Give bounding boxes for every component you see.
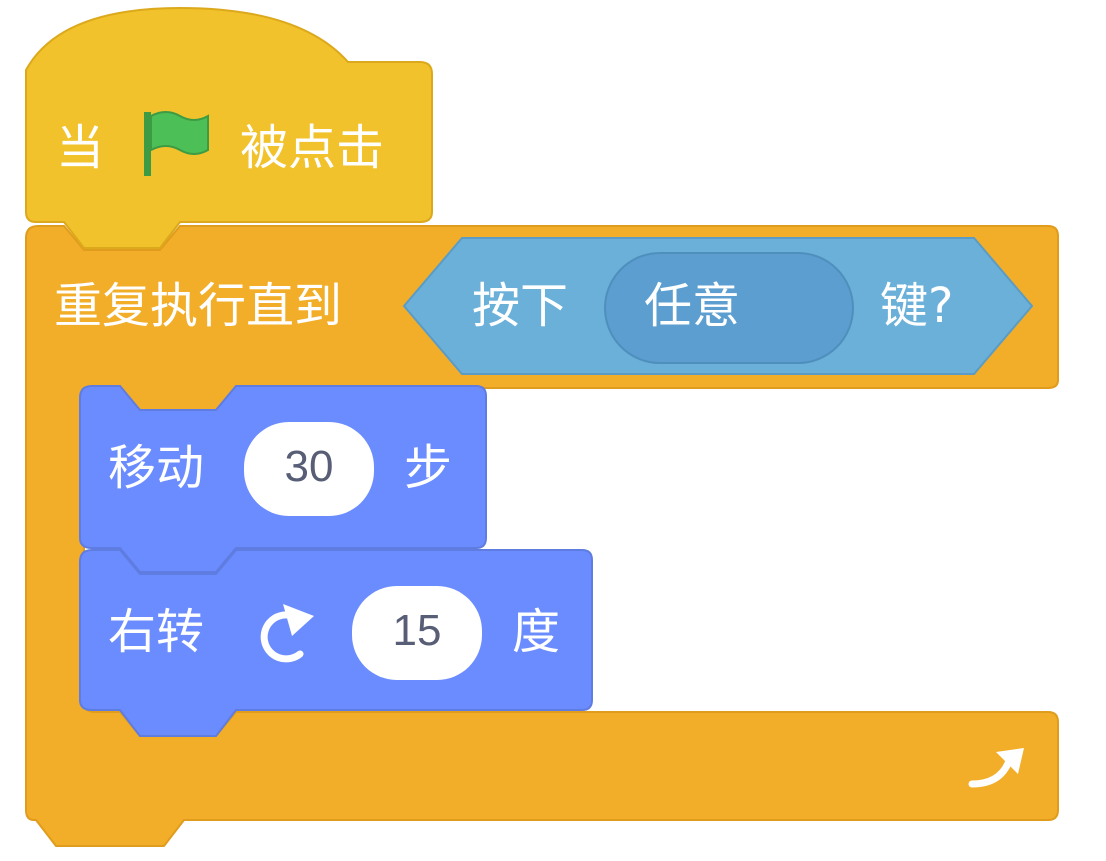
clicked-label: 被点击 [240, 120, 385, 176]
when-label: 当 [56, 120, 105, 176]
repeat-until-label: 重复执行直到 [54, 278, 343, 334]
steps-value: 30 [284, 442, 334, 491]
degrees-input[interactable]: 15 [352, 586, 482, 680]
turn-right-label: 右转 [108, 604, 205, 660]
steps-input[interactable]: 30 [244, 422, 374, 516]
degrees-unit-label: 度 [512, 604, 561, 660]
key-label: 键? [880, 278, 954, 334]
blocks-canvas [25, 6, 1059, 847]
key-option-label: 任意 [644, 278, 741, 334]
key-press-label: 按下 [472, 278, 569, 334]
move-label: 移动 [108, 440, 205, 496]
steps-unit-label: 步 [404, 440, 453, 496]
degrees-value: 15 [392, 606, 442, 655]
scratch-script-area: 当 被点击 重复执行直到 按下 任意 键? 移动 30 步 右转 15 度 [0, 0, 1106, 861]
